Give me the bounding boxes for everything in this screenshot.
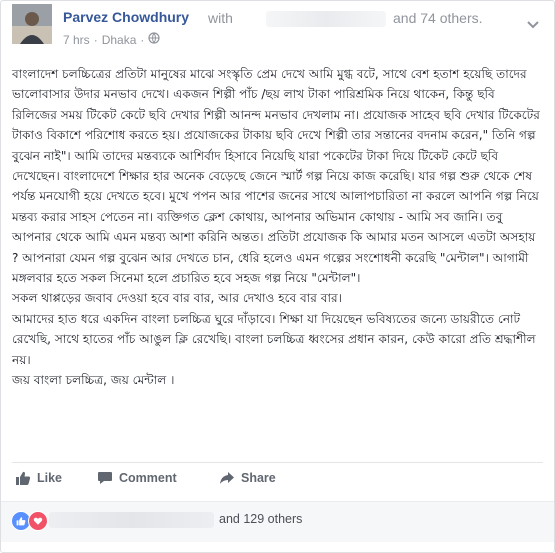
tagged-users-redacted — [266, 11, 386, 27]
public-globe-icon[interactable] — [148, 32, 160, 47]
love-icon[interactable] — [28, 511, 48, 531]
post-meta: 7 hrs · Dhaka · — [63, 32, 160, 47]
meta-separator: · — [93, 32, 98, 47]
post-location[interactable]: Dhaka — [102, 33, 137, 47]
author-avatar[interactable] — [12, 4, 52, 44]
post-options-chevron-icon[interactable] — [526, 15, 540, 29]
reactions-bar: and 129 others — [1, 501, 554, 542]
reactors-names-redacted — [49, 512, 214, 528]
meta-separator-2: · — [140, 32, 145, 47]
thumbs-up-icon — [16, 471, 31, 485]
post-timestamp[interactable]: 7 hrs — [63, 33, 90, 47]
tagged-others-link[interactable]: and 74 others. — [393, 10, 483, 26]
share-button[interactable]: Share — [219, 470, 276, 486]
author-name[interactable]: Parvez Chowdhury — [63, 9, 189, 25]
reaction-icons[interactable] — [11, 511, 48, 531]
post-card: Parvez Chowdhury with and 74 others. 7 h… — [0, 0, 555, 553]
share-label: Share — [241, 471, 276, 485]
action-bar: Like Comment Share — [1, 467, 554, 493]
like-button[interactable]: Like — [15, 470, 62, 486]
comment-button[interactable]: Comment — [97, 470, 177, 486]
comment-bubble-icon — [98, 472, 112, 484]
reactions-count-link[interactable]: and 129 others — [219, 512, 302, 526]
post-body: বাংলাদেশ চলচ্চিত্রের প্রতিটা মানুষের মাঝ… — [12, 67, 540, 388]
like-label: Like — [37, 471, 63, 485]
share-arrow-icon — [220, 472, 234, 484]
comment-label: Comment — [119, 471, 177, 485]
actions-top-divider — [12, 462, 543, 463]
with-label: with — [208, 10, 233, 26]
